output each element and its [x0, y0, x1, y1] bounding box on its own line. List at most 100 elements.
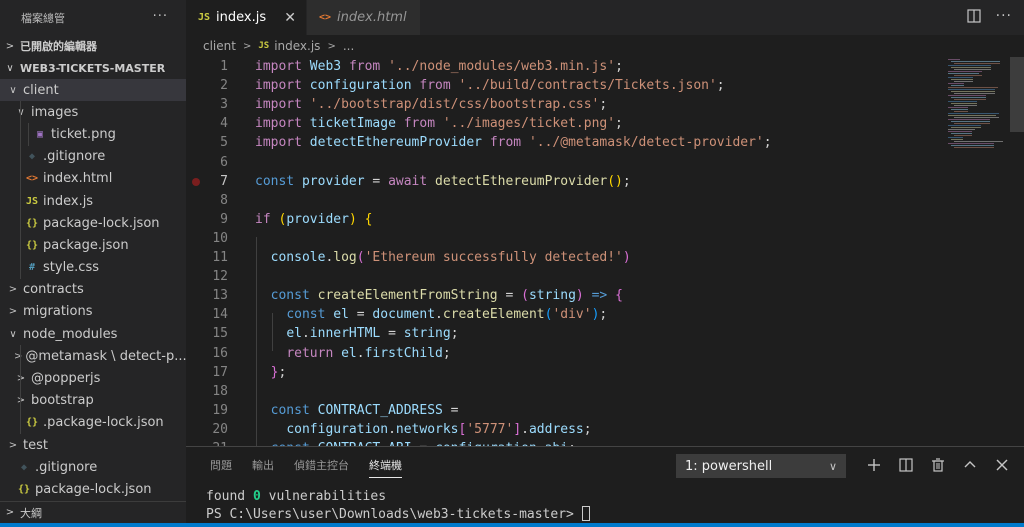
tree-item[interactable]: ▣ ticket.png	[0, 123, 186, 146]
tab-output[interactable]: 輸出	[242, 447, 284, 482]
minimap-line	[948, 83, 964, 84]
tree-item[interactable]: >bootstrap	[0, 389, 186, 412]
line-number: 17	[212, 364, 228, 380]
split-terminal-icon[interactable]	[890, 453, 922, 477]
split-editor-icon[interactable]	[966, 8, 982, 28]
breadcrumb-file[interactable]: index.js	[274, 39, 320, 53]
tree-item[interactable]: ∨images	[0, 101, 186, 124]
code-line[interactable]: 21 const CONTRACT_ABI = configuration.ab…	[186, 439, 956, 446]
tree-item[interactable]: > migrations	[0, 301, 186, 323]
explorer-title: 檔案總管	[21, 11, 65, 25]
file-icon: #	[28, 262, 36, 274]
line-number: 1	[220, 59, 228, 74]
code-line[interactable]: 14 const el = document.createElement('di…	[186, 305, 956, 324]
code-line[interactable]: 12	[186, 267, 956, 286]
code-line[interactable]: 10	[186, 229, 956, 248]
code-line[interactable]: 1 import Web3 from '../node_modules/web3.…	[186, 57, 956, 76]
code-line[interactable]: 5 import detectEthereumProvider from '../…	[186, 133, 956, 152]
tree-item[interactable]: {} package-lock.json	[0, 212, 186, 235]
minimap[interactable]	[948, 57, 1010, 157]
code-line[interactable]: 20 configuration.networks['5777'].addres…	[186, 420, 956, 439]
new-terminal-icon[interactable]	[858, 453, 890, 477]
minimap-line	[948, 59, 960, 60]
tree-item[interactable]: ◆ .gitignore	[0, 456, 186, 478]
tree-item[interactable]: {} .package-lock.json	[0, 411, 186, 434]
minimap-line	[951, 79, 973, 80]
minimap-line	[948, 107, 968, 108]
tree-item-label: contracts	[23, 282, 84, 298]
code-line[interactable]: 17 };	[186, 363, 956, 382]
chevron-down-icon: ∨	[828, 459, 837, 473]
tree-item[interactable]: JS index.js	[0, 189, 186, 213]
tree-item[interactable]: ◆ .gitignore	[0, 145, 186, 168]
tree-item[interactable]: >@popperjs	[0, 367, 186, 390]
minimap-line	[948, 65, 991, 66]
minimap-line	[948, 137, 963, 138]
tree-item[interactable]: ∨ client	[0, 79, 186, 102]
minimap-line	[954, 93, 995, 94]
minimap-line	[951, 67, 991, 68]
tree-item[interactable]: > test	[0, 434, 186, 456]
tab-index-js[interactable]: JS index.js ✕	[186, 0, 307, 35]
code-text: if (provider) {	[255, 211, 373, 227]
line-number: 8	[220, 192, 228, 208]
terminal-prompt-line[interactable]: PS C:\Users\user\Downloads\web3-tickets-…	[206, 506, 590, 522]
breadcrumb-symbol[interactable]: ...	[343, 39, 354, 53]
tab-problems[interactable]: 問題	[200, 447, 242, 482]
minimap-line	[954, 69, 991, 70]
breadcrumb-folder[interactable]: client	[203, 39, 236, 53]
tree-indent-guide	[28, 123, 29, 146]
code-line[interactable]: 11 console.log('Ethereum successfully de…	[186, 248, 956, 267]
code-line[interactable]: 9 if (provider) {	[186, 210, 956, 229]
tree-item-label: index.html	[43, 171, 113, 187]
chevron-right-icon: >	[242, 40, 252, 52]
tab-debug-console[interactable]: 偵錯主控台	[284, 447, 359, 482]
minimap-line	[951, 133, 972, 134]
tree-item[interactable]: > contracts	[0, 279, 186, 301]
more-actions-icon[interactable]: ···	[153, 9, 168, 24]
code-line[interactable]: 3 import '../bootstrap/dist/css/bootstrap…	[186, 95, 956, 114]
terminal-select[interactable]: 1: powershell ∨	[676, 454, 846, 478]
code-line[interactable]: 18	[186, 382, 956, 401]
code-line[interactable]: 16 return el.firstChild;	[186, 344, 956, 363]
open-editors-section[interactable]: > 已開啟的編輯器	[0, 35, 186, 57]
outline-section[interactable]: > 大綱	[0, 501, 186, 523]
tab-index-html[interactable]: <> index.html	[307, 0, 421, 35]
code-line[interactable]: 15 el.innerHTML = string;	[186, 324, 956, 343]
code-line[interactable]: 13 const createElementFromString = (stri…	[186, 286, 956, 305]
code-editor[interactable]: 1 import Web3 from '../node_modules/web3.…	[186, 57, 1024, 446]
minimap-line	[948, 89, 995, 90]
tree-item-label: migrations	[23, 304, 93, 320]
tab-terminal[interactable]: 終端機	[359, 447, 412, 482]
tree-item[interactable]: {} package.json	[0, 234, 186, 257]
code-line[interactable]: 8	[186, 191, 956, 210]
code-line[interactable]: 6	[186, 153, 956, 172]
minimap-line	[954, 123, 990, 124]
close-icon[interactable]	[986, 453, 1018, 477]
line-number: 2	[220, 78, 228, 94]
tree-item[interactable]: {} package-lock.json	[0, 478, 186, 500]
tree-item[interactable]: > @metamask \ detect-p...	[0, 345, 186, 368]
chevron-right-icon: >	[14, 373, 28, 384]
code-text: import ticketImage from '../images/ticke…	[255, 116, 623, 132]
trash-icon[interactable]	[922, 453, 954, 477]
tree-item[interactable]: ∨ node_modules	[0, 323, 186, 345]
tree-item[interactable]: # style.css	[0, 256, 186, 279]
code-line[interactable]: 7 const provider = await detectEthereumPr…	[186, 172, 956, 191]
maximize-panel-icon[interactable]	[954, 453, 986, 477]
code-line[interactable]: 4 import ticketImage from '../images/tick…	[186, 114, 956, 133]
code-line[interactable]: 2 import configuration from '../build/con…	[186, 76, 956, 95]
minimap-line	[951, 121, 990, 122]
editor-scrollbar[interactable]	[1010, 57, 1024, 132]
minimap-line	[948, 143, 994, 144]
close-icon[interactable]: ✕	[284, 10, 296, 26]
code-line[interactable]: 19 const CONTRACT_ADDRESS =	[186, 401, 956, 420]
project-section[interactable]: ∨ WEB3-TICKETS-MASTER	[0, 57, 186, 79]
tree-item[interactable]: <> index.html	[0, 167, 186, 190]
chevron-down-icon: ∨	[6, 62, 14, 74]
chevron-right-icon: >	[5, 40, 15, 52]
vulnerability-count: 0	[252, 489, 261, 504]
minimap-line	[948, 129, 975, 130]
more-actions-icon[interactable]: ···	[996, 8, 1012, 28]
line-number: 6	[220, 154, 228, 170]
